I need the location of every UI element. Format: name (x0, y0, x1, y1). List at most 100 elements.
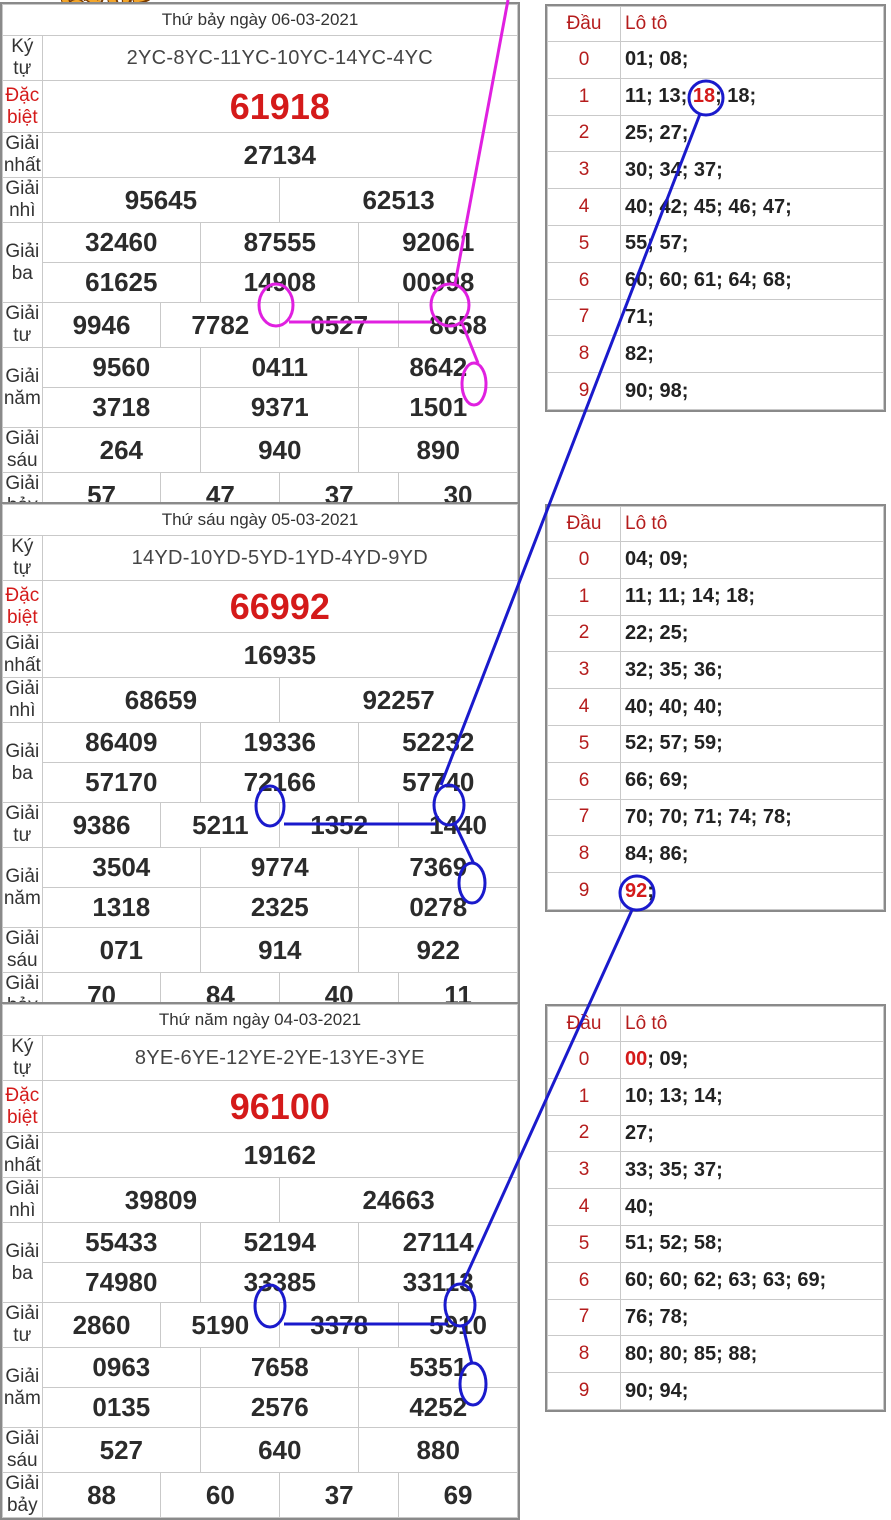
dau-digit: 5 (547, 1224, 621, 1263)
prize-number: 5211 (160, 802, 281, 848)
dau-digit: 0 (547, 1041, 621, 1079)
dau-header: Đầu (547, 506, 621, 542)
label-ky-tu: Ký tự (2, 35, 43, 81)
prize-number: 4252 (358, 1387, 518, 1428)
prize-number: 52194 (200, 1222, 360, 1263)
prize-number: 2325 (200, 887, 360, 928)
ky-tu-codes: 2YC-8YC-11YC-10YC-14YC-4YC (41, 35, 519, 81)
loto-values: 22; 25; (620, 614, 884, 653)
prize-number: 87555 (200, 222, 360, 263)
loto-values: 25; 27; (620, 114, 884, 153)
loto-values: 90; 94; (620, 1372, 884, 1410)
prize-number: 00998 (358, 262, 518, 303)
dau-digit: 6 (547, 261, 621, 300)
dau-digit: 4 (547, 1188, 621, 1226)
special-prize: 66992 (41, 580, 519, 633)
prize-number: 2576 (200, 1387, 360, 1428)
prize-number: 0278 (358, 887, 518, 928)
prize-number: 7658 (200, 1347, 360, 1388)
prize-number: 57170 (41, 762, 202, 803)
prize-number: 264 (41, 427, 202, 473)
prize-number: 86409 (41, 722, 202, 763)
loto-values: 10; 13; 14; (620, 1077, 884, 1116)
loto-header: Lô tô (620, 506, 884, 542)
result-table-3: Thứ năm ngày 04-03-2021 Ký tự 8YE-6YE-12Y… (0, 1002, 520, 1520)
ky-tu-codes: 8YE-6YE-12YE-2YE-13YE-3YE (41, 1035, 519, 1081)
prize-number: 1440 (398, 802, 518, 848)
loto-values: 84; 86; (620, 835, 884, 874)
dau-digit: 1 (547, 577, 621, 616)
dau-digit: 3 (547, 1151, 621, 1190)
loto-values: 66; 69; (620, 761, 884, 800)
loto-values: 90; 98; (620, 372, 884, 410)
dau-digit: 8 (547, 335, 621, 374)
loto-values: 11; 11; 14; 18; (620, 577, 884, 616)
prize-number: 9560 (41, 347, 202, 388)
prize-number: 0527 (279, 302, 400, 348)
prize-number: 9371 (200, 387, 360, 428)
dau-digit: 3 (547, 651, 621, 690)
prize-number: 640 (200, 1427, 360, 1473)
loto-values: 40; (620, 1188, 884, 1226)
loto-header: Lô tô (620, 6, 884, 42)
dau-header: Đầu (547, 1006, 621, 1042)
dau-digit: 7 (547, 298, 621, 337)
loto-values: 40; 42; 45; 46; 47; (620, 188, 884, 226)
special-prize: 96100 (41, 1080, 519, 1133)
dau-digit: 2 (547, 114, 621, 153)
dau-digit: 3 (547, 151, 621, 190)
label-giai-sau: Giải sáu (2, 1427, 43, 1473)
label-giai-nhi: Giải nhì (2, 677, 43, 723)
prize-number: 24663 (279, 1177, 518, 1223)
prize-number: 7369 (358, 847, 518, 888)
prize-number: 5190 (160, 1302, 281, 1348)
prize-number: 940 (200, 427, 360, 473)
loto-values: 01; 08; (620, 41, 884, 79)
dau-digit: 6 (547, 761, 621, 800)
prize-number: 92061 (358, 222, 518, 263)
loto-values: 00; 09; (620, 1041, 884, 1079)
result-table-1: Thứ bảy ngày 06-03-2021 Ký tự 2YC-8YC-11Y… (0, 2, 520, 520)
label-dac-biet: Đặc biệt (2, 1080, 43, 1133)
prize-number: 8658 (398, 302, 518, 348)
prize-number: 880 (358, 1427, 518, 1473)
loto-values: 27; (620, 1114, 884, 1153)
label-giai-nhi: Giải nhì (2, 1177, 43, 1223)
dau-digit: 8 (547, 835, 621, 874)
loto-values: 52; 57; 59; (620, 724, 884, 763)
prize-number: 62513 (279, 177, 518, 223)
dau-digit: 1 (547, 1077, 621, 1116)
prize-number: 61625 (41, 262, 202, 303)
prize-number: 14908 (200, 262, 360, 303)
prize-number: 5910 (398, 1302, 518, 1348)
prize-number: 8642 (358, 347, 518, 388)
dau-digit: 6 (547, 1261, 621, 1300)
dau-digit: 4 (547, 188, 621, 226)
loto-values: 51; 52; 58; (620, 1224, 884, 1263)
loto-values: 92; (620, 872, 884, 910)
label-giai-nam: Giải năm (2, 847, 43, 928)
label-giai-nhat: Giải nhất (2, 632, 43, 678)
label-giai-sau: Giải sáu (2, 927, 43, 973)
loto-values: 71; (620, 298, 884, 337)
prize-number: 39809 (41, 1177, 281, 1223)
label-ky-tu: Ký tự (2, 535, 43, 581)
loto-values: 55; 57; (620, 224, 884, 263)
label-dac-biet: Đặc biệt (2, 580, 43, 633)
label-giai-ba: Giải ba (2, 222, 43, 303)
loto-values: 82; (620, 335, 884, 374)
result-table-2: Thứ sáu ngày 05-03-2021 Ký tự 14YD-10YD-5… (0, 502, 520, 1020)
prize-number: 0963 (41, 1347, 202, 1388)
prize-number: 5351 (358, 1347, 518, 1388)
dau-digit: 9 (547, 372, 621, 410)
prize-number: 60 (160, 1472, 281, 1518)
dau-digit: 7 (547, 798, 621, 837)
prize-number: 19336 (200, 722, 360, 763)
prize-number: 68659 (41, 677, 281, 723)
dau-digit: 5 (547, 724, 621, 763)
prize-number: 33385 (200, 1262, 360, 1303)
loto-values: 30; 34; 37; (620, 151, 884, 190)
prize-number: 95645 (41, 177, 281, 223)
prize-number: 32460 (41, 222, 202, 263)
prize-number: 914 (200, 927, 360, 973)
